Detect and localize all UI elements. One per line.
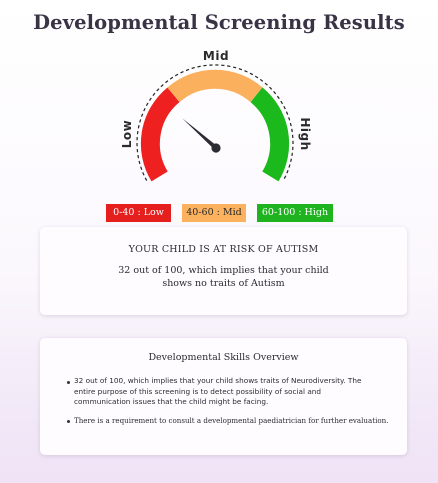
bullet-dot	[67, 420, 70, 423]
gauge-label-low: Low	[120, 120, 134, 148]
skills-title: Developmental Skills Overview	[148, 352, 299, 363]
bullet-dot	[67, 381, 70, 384]
gauge-segment-low	[140, 87, 180, 182]
skills-bullet-1-line-1: 32 out of 100, which implies that your c…	[74, 376, 362, 385]
skills-card: Developmental Skills Overview 32 out of …	[40, 338, 407, 455]
skills-bullet-1-line-2: entire purpose of this screening is to d…	[74, 386, 322, 396]
gauge-needle-hub	[211, 143, 221, 153]
skills-bullet-1-line-3: communication issues that the child migh…	[74, 397, 269, 406]
status-heading: YOUR CHILD IS AT RISK OF AUTISM	[128, 244, 319, 255]
gauge-needle	[182, 118, 218, 150]
score-gauge: Mid Low High	[120, 49, 312, 182]
gauge-segment-high	[250, 87, 290, 182]
legend-low: 0-40 : Low	[106, 204, 171, 222]
skills-bullet-2: There is a requirement to consult a deve…	[74, 416, 389, 425]
legend-mid: 40-60 : Mid	[182, 204, 246, 222]
gauge-label-high: High	[298, 117, 312, 150]
status-line-1: 32 out of 100, which implies that your c…	[118, 265, 329, 276]
status-card: YOUR CHILD IS AT RISK OF AUTISM 32 out o…	[40, 227, 407, 315]
gauge-segment-mid	[167, 69, 263, 103]
legend-high: 60-100 : High	[257, 204, 333, 222]
status-line-2: shows no traits of Autism	[162, 278, 285, 289]
skills-bullet-1: 32 out of 100, which implies that your c…	[74, 376, 404, 408]
gauge-label-mid: Mid	[203, 49, 229, 63]
